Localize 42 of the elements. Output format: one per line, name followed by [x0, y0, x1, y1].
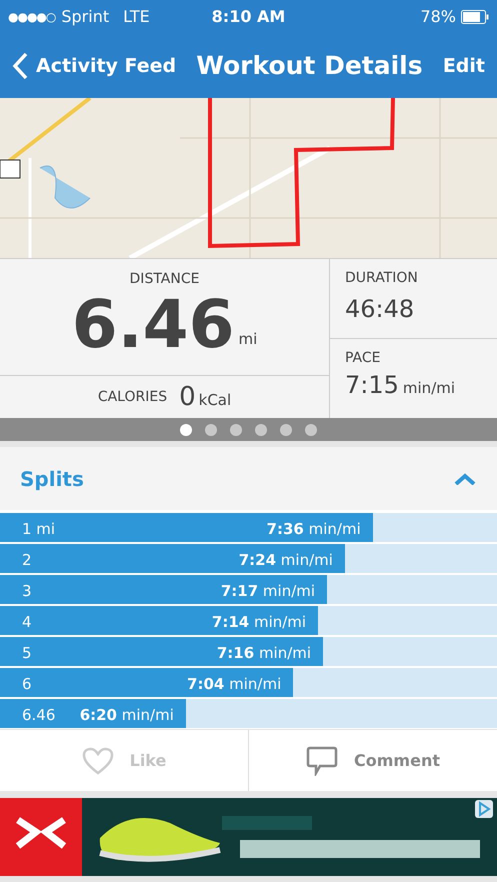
collapse-toggle[interactable]: [453, 470, 477, 486]
ad-choices-icon[interactable]: [475, 800, 493, 818]
signal-strength: ●●●●○: [8, 9, 56, 26]
carrier-name: Sprint: [61, 6, 110, 28]
distance-label: DISTANCE: [130, 270, 200, 289]
split-pace: 7:17 min/mi: [220, 581, 316, 602]
pace-label: PACE: [345, 349, 382, 368]
split-pace: 6:20 min/mi: [80, 705, 174, 726]
split-pace: 7:36 min/mi: [266, 519, 361, 540]
split-pace: 7:14 min/mi: [212, 612, 306, 633]
calories-label: CALORIES: [98, 388, 168, 406]
comment-button[interactable]: Comment: [249, 730, 497, 791]
heart-icon: [82, 746, 114, 774]
split-pace: 7:24 min/mi: [238, 550, 333, 571]
battery-percent: 78%: [420, 6, 456, 28]
pace-unit: min/mi: [402, 378, 456, 398]
speech-bubble-icon: [306, 746, 338, 776]
network-type: LTE: [123, 6, 150, 28]
chevron-up-icon: [454, 472, 476, 484]
splits-title: Splits: [20, 466, 84, 492]
pace-value: 7:15: [345, 371, 399, 399]
edit-button[interactable]: Edit: [442, 52, 485, 80]
calories-unit: kCal: [198, 390, 232, 410]
split-label: 5: [22, 643, 32, 664]
back-button[interactable]: Activity Feed: [12, 52, 176, 80]
duration-value: 46:48: [345, 294, 416, 325]
split-pace: 7:04 min/mi: [187, 674, 282, 695]
duration-label: DURATION: [345, 269, 419, 288]
split-label: 4: [22, 612, 32, 633]
split-label: 6.46: [22, 705, 56, 726]
clock: 8:10 AM: [210, 6, 286, 28]
screen-title: Workout Details: [195, 50, 424, 82]
distance-unit: mi: [238, 328, 258, 350]
split-label: 6: [22, 674, 32, 695]
split-pace: 7:16 min/mi: [216, 643, 312, 664]
calories-value: 0: [179, 383, 196, 411]
back-chevron-icon: [12, 52, 28, 80]
split-label: 3: [22, 581, 32, 602]
split-label: 2: [22, 550, 32, 571]
distance-value: 6.46: [72, 290, 235, 360]
battery-icon: [461, 10, 489, 24]
split-label: 1 mi: [22, 519, 56, 540]
